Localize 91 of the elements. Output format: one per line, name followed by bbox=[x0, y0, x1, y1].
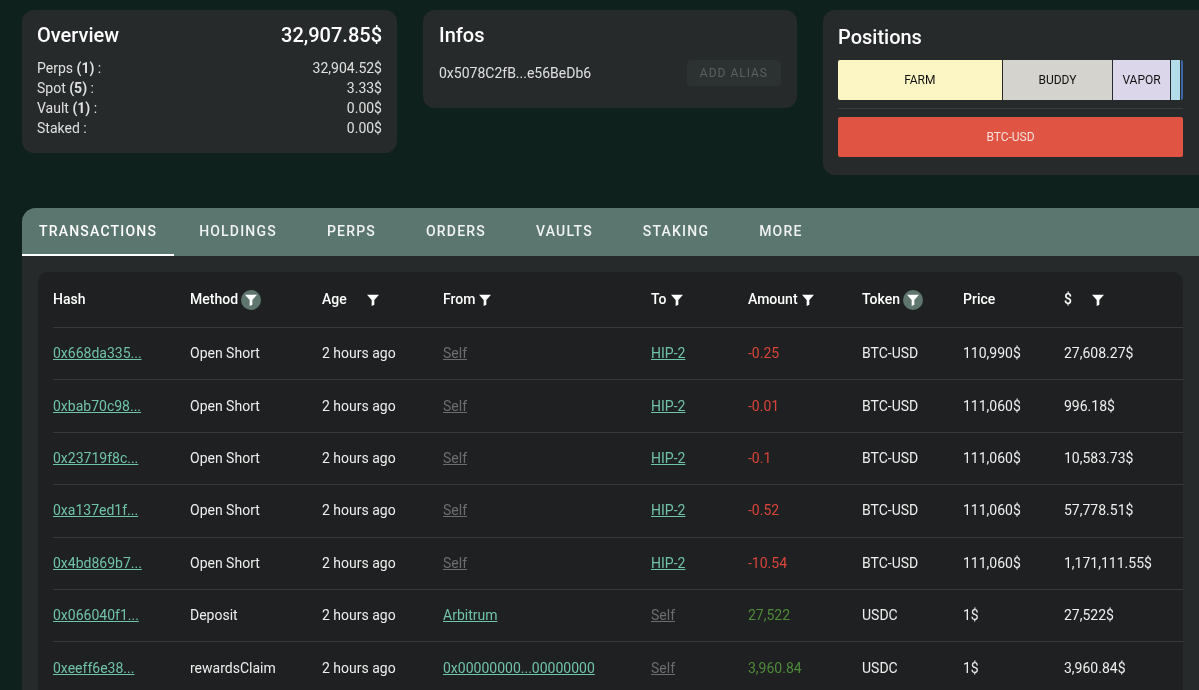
column-header: To bbox=[651, 290, 667, 309]
table-cell-text: Open Short bbox=[190, 501, 260, 521]
card-title: Positions bbox=[838, 25, 922, 49]
tab[interactable]: MORE bbox=[742, 208, 820, 256]
table-cell-text: BTC-USD bbox=[862, 501, 919, 521]
table-cell-text: 10,583.73$ bbox=[1064, 448, 1134, 468]
table-cell-text: BTC-USD bbox=[862, 448, 919, 468]
balance-label: Vault (1) : bbox=[37, 99, 98, 118]
column-header: Amount bbox=[748, 290, 798, 309]
table-cell-text: rewardsClaim bbox=[190, 658, 276, 678]
balance-label: Spot (5) : bbox=[37, 79, 94, 98]
table-link[interactable]: Arbitrum bbox=[443, 605, 498, 627]
column-header: Method bbox=[190, 290, 238, 309]
table-link[interactable]: HIP-2 bbox=[651, 343, 686, 365]
table-cell-text: 27,522 bbox=[748, 606, 791, 626]
table-cell-text: -0.52 bbox=[748, 501, 780, 521]
table-cell-text: 27,522$ bbox=[1064, 606, 1114, 626]
allocation-segment[interactable] bbox=[1170, 60, 1181, 100]
column-header: From bbox=[443, 290, 476, 309]
column-header: Price bbox=[963, 290, 996, 309]
balance-value: 0.00$ bbox=[346, 119, 382, 138]
table-link[interactable]: 0x066040f1... bbox=[53, 605, 139, 627]
allocation-segment[interactable]: BUDDY bbox=[1002, 60, 1114, 100]
table-cell-text: 111,060$ bbox=[963, 396, 1021, 416]
table-link[interactable]: 0xa137ed1f... bbox=[53, 500, 139, 522]
table-cell-text: BTC-USD bbox=[862, 396, 919, 416]
balance-label: Staked : bbox=[37, 119, 87, 138]
table-cell-text: -0.25 bbox=[748, 344, 780, 364]
filter-icon[interactable] bbox=[241, 289, 261, 310]
table-link[interactable]: HIP-2 bbox=[651, 500, 686, 522]
tab[interactable]: ORDERS bbox=[409, 208, 503, 256]
table-link[interactable]: 0x668da335... bbox=[53, 343, 142, 365]
table-cell-text: 2 hours ago bbox=[322, 501, 396, 521]
tab[interactable]: TRANSACTIONS bbox=[22, 208, 175, 256]
table-cell-text: 1$ bbox=[963, 658, 979, 678]
table-cell-text: Open Short bbox=[190, 448, 260, 468]
filter-icon[interactable] bbox=[903, 289, 923, 310]
tab[interactable]: HOLDINGS bbox=[182, 208, 294, 256]
column-header: Hash bbox=[53, 290, 86, 309]
table-link[interactable]: 0x4bd869b7... bbox=[53, 552, 142, 574]
table-cell-text: Deposit bbox=[190, 606, 238, 626]
column-header: Token bbox=[862, 290, 900, 309]
tab[interactable]: STAKING bbox=[625, 208, 727, 256]
card-title: Overview bbox=[37, 22, 120, 49]
card-title: Infos bbox=[439, 23, 485, 47]
table-cell-text: -0.1 bbox=[748, 448, 772, 468]
table-link[interactable]: 0xbab70c98... bbox=[53, 395, 142, 417]
wallet-address: 0x5078C2fB...e56BeDb6 bbox=[439, 63, 592, 83]
tab[interactable]: VAULTS bbox=[519, 208, 610, 256]
balance-value: 32,904.52$ bbox=[312, 59, 382, 78]
table-cell-text: 2 hours ago bbox=[322, 344, 396, 364]
table-cell-text: Open Short bbox=[190, 344, 260, 364]
table-link[interactable]: HIP-2 bbox=[651, 552, 686, 574]
table-cell-text: USDC bbox=[862, 606, 898, 626]
table-cell-text: 3,960.84$ bbox=[1064, 658, 1126, 678]
table-link[interactable]: HIP-2 bbox=[651, 395, 686, 417]
table-cell-text: 2 hours ago bbox=[322, 396, 396, 416]
balance-value: 3.33$ bbox=[346, 79, 382, 98]
column-header: Age bbox=[322, 290, 347, 309]
allocation-segment[interactable]: VAPOR bbox=[1113, 60, 1171, 100]
table-cell-text: 110,990$ bbox=[963, 344, 1021, 364]
tab[interactable]: PERPS bbox=[309, 208, 393, 256]
table-link[interactable]: 0x23719f8c... bbox=[53, 447, 139, 469]
table-cell-text: Open Short bbox=[190, 553, 260, 573]
total-value: 32,907.85$ bbox=[281, 22, 382, 49]
table-cell-text: BTC-USD bbox=[862, 553, 919, 573]
table-cell-text: USDC bbox=[862, 658, 898, 678]
table-cell-text: -10.54 bbox=[748, 553, 788, 573]
table-cell-text: 2 hours ago bbox=[322, 448, 396, 468]
table-cell-text: 57,778.51$ bbox=[1064, 501, 1134, 521]
balance-label: Perps (1) : bbox=[37, 59, 102, 78]
balance-value: 0.00$ bbox=[346, 99, 382, 118]
table-cell-text: 111,060$ bbox=[963, 501, 1021, 521]
column-header: $ bbox=[1064, 290, 1072, 309]
table-cell-text: BTC-USD bbox=[862, 344, 919, 364]
table-cell-text: -0.01 bbox=[748, 396, 780, 416]
table-cell-text: 111,060$ bbox=[963, 553, 1021, 573]
table-cell-text: 996.18$ bbox=[1064, 396, 1115, 416]
table-cell-text: 2 hours ago bbox=[322, 658, 396, 678]
table-cell-text: 1$ bbox=[963, 606, 979, 626]
table-cell-text: 27,608.27$ bbox=[1064, 344, 1134, 364]
table-cell-text: 1,171,111.55$ bbox=[1064, 553, 1152, 573]
allocation-segment[interactable]: FARM bbox=[838, 60, 1003, 100]
table-cell-text: 3,960.84 bbox=[748, 658, 802, 678]
table-cell-text: Open Short bbox=[190, 396, 260, 416]
table-link[interactable]: 0x00000000...00000000 bbox=[443, 657, 595, 679]
table-cell-text: 2 hours ago bbox=[322, 606, 396, 626]
table-cell-text: 111,060$ bbox=[963, 448, 1021, 468]
table-link[interactable]: HIP-2 bbox=[651, 447, 686, 469]
table-cell-text: 2 hours ago bbox=[322, 553, 396, 573]
table-link[interactable]: 0xeeff6e38... bbox=[53, 657, 135, 679]
